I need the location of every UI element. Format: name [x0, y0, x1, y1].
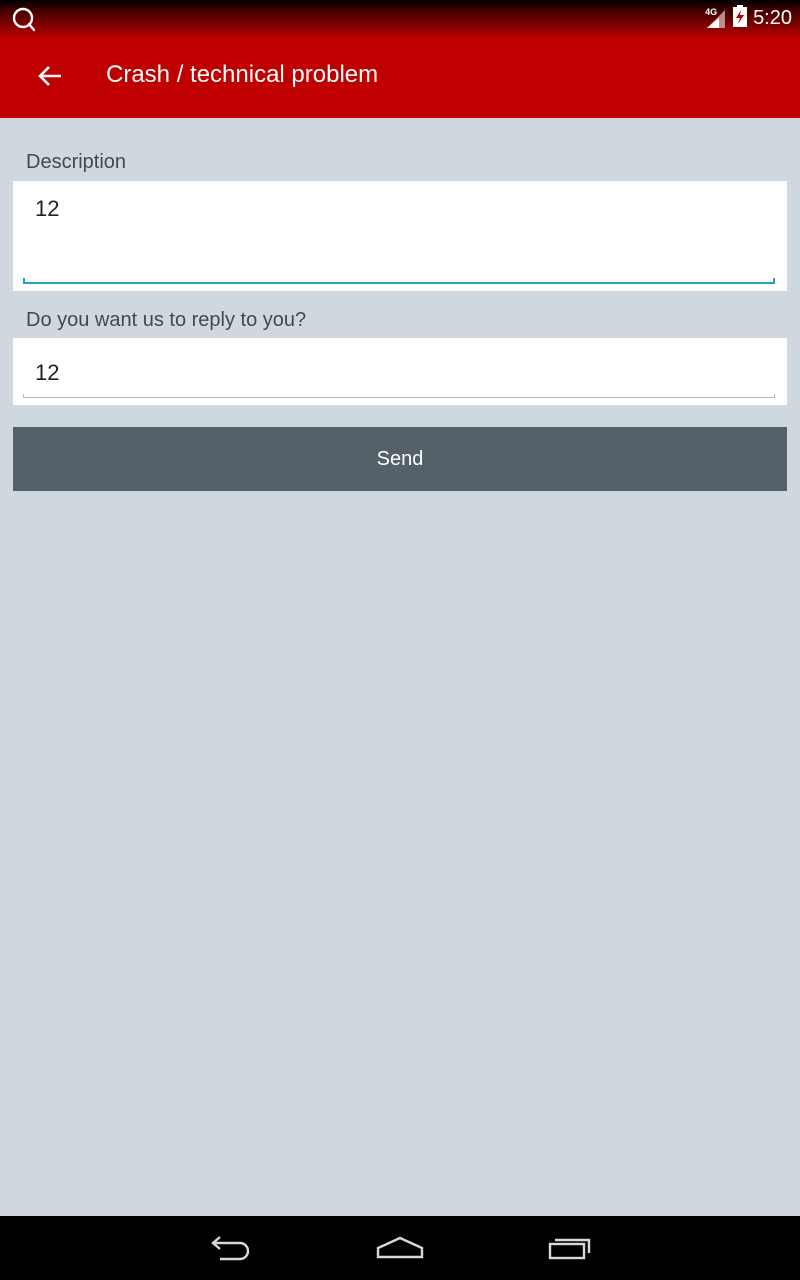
- recents-icon: [548, 1238, 591, 1260]
- battery-icon: [733, 4, 748, 32]
- nav-home-button[interactable]: [370, 1228, 430, 1268]
- status-bar: 4G 5:20: [0, 0, 800, 36]
- navigation-bar: [0, 1216, 800, 1280]
- description-underline: [23, 282, 775, 284]
- page-title: Crash / technical problem: [106, 61, 379, 88]
- nav-recents-button[interactable]: [540, 1228, 600, 1268]
- signal-icon: 4G: [705, 6, 727, 30]
- description-label: Description: [26, 151, 127, 173]
- nav-back-button[interactable]: [200, 1228, 260, 1268]
- reply-value: 12: [35, 360, 60, 385]
- status-time: 5:20: [753, 6, 792, 29]
- back-icon: [211, 1236, 250, 1261]
- home-icon: [376, 1236, 424, 1259]
- description-field[interactable]: 12: [13, 181, 787, 291]
- send-button[interactable]: Send: [13, 427, 787, 491]
- search-notification-icon: [10, 5, 38, 33]
- arrow-left-icon: [38, 66, 61, 86]
- back-button[interactable]: [28, 54, 72, 98]
- reply-label: Do you want us to reply to you?: [26, 309, 307, 331]
- description-value: 12: [35, 196, 60, 221]
- app-bar: Crash / technical problem: [0, 36, 800, 118]
- reply-field[interactable]: 12: [13, 338, 787, 405]
- reply-underline: [23, 397, 775, 398]
